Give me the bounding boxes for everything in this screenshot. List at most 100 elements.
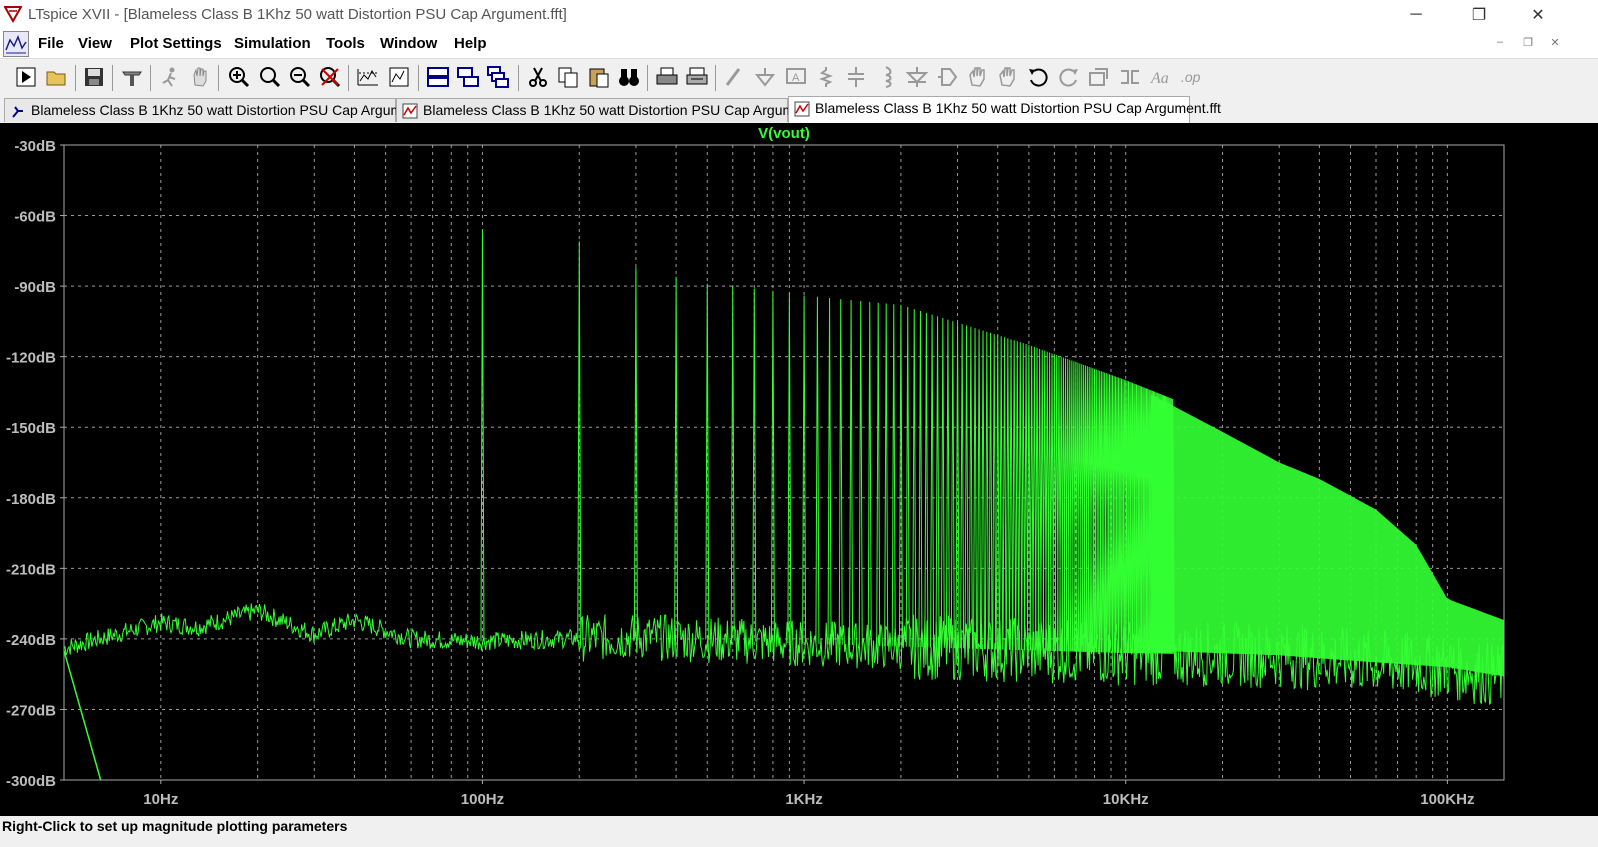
y-tick-label: -180dB xyxy=(6,491,56,508)
restore-button[interactable]: ❐ xyxy=(1456,0,1502,30)
diode-icon[interactable] xyxy=(905,65,929,89)
zoom-out-icon[interactable] xyxy=(288,65,312,89)
y-tick-label: -210dB xyxy=(6,561,56,578)
zoom-full-icon[interactable] xyxy=(318,65,342,89)
tab-label: Blameless Class B 1Khz 50 watt Distortio… xyxy=(31,102,422,118)
cascade-windows-icon[interactable] xyxy=(486,65,510,89)
fft-chart[interactable]: -30dB -60dB -90dB -120dB -150dB -180dB -210dB -… xyxy=(0,123,1598,816)
draw-wire-icon[interactable] xyxy=(723,65,747,89)
harmonic-spike xyxy=(884,303,889,647)
harmonic-spike xyxy=(1015,341,1020,650)
x-tick-label: 10Hz xyxy=(143,791,178,808)
harmonic-spike xyxy=(1009,339,1014,650)
component-icon[interactable] xyxy=(936,65,960,89)
harmonic-spike xyxy=(977,329,982,649)
mdi-close-button[interactable]: ✕ xyxy=(1546,36,1564,52)
toolbar-separator xyxy=(112,65,113,91)
tile-horizontal-icon[interactable] xyxy=(426,65,450,89)
autorange-icon[interactable] xyxy=(356,65,380,89)
move-hand-icon[interactable] xyxy=(966,65,990,89)
paste-icon[interactable] xyxy=(587,65,611,89)
harmonic-spike xyxy=(827,297,832,645)
new-schematic-icon[interactable] xyxy=(14,65,38,89)
tile-vertical-icon[interactable] xyxy=(456,65,480,89)
ground-icon[interactable] xyxy=(753,65,777,89)
halt-hand-icon[interactable] xyxy=(188,65,212,89)
y-tick-label: -30dB xyxy=(14,138,56,155)
tab-waveform[interactable]: Blameless Class B 1Khz 50 watt Distortio… xyxy=(396,98,814,122)
close-button[interactable]: ✕ xyxy=(1515,0,1561,30)
x-tick-label: 10KHz xyxy=(1103,791,1149,808)
minimize-button[interactable]: ─ xyxy=(1393,0,1439,30)
y-tick-label: -90dB xyxy=(14,279,56,296)
cut-icon[interactable] xyxy=(526,65,550,89)
harmonic-spike xyxy=(973,328,978,649)
harmonic-spike xyxy=(918,311,923,648)
plot-pane-icon[interactable] xyxy=(387,65,411,89)
harmonic-spike xyxy=(940,318,945,648)
x-tick-label: 100KHz xyxy=(1420,791,1474,808)
zoom-pan-icon[interactable] xyxy=(258,65,282,89)
toolbar-separator xyxy=(647,65,648,91)
tab-schematic[interactable]: Blameless Class B 1Khz 50 watt Distortio… xyxy=(4,98,422,122)
harmonic-spike xyxy=(876,302,881,646)
harmonic-spike xyxy=(770,290,775,643)
zoom-in-icon[interactable] xyxy=(227,65,251,89)
harmonic-spike xyxy=(999,336,1004,650)
harmonic-spike xyxy=(960,324,965,649)
control-panel-icon[interactable] xyxy=(120,65,144,89)
x-tick-label: 1KHz xyxy=(785,791,823,808)
document-waveform-icon[interactable] xyxy=(3,31,29,57)
inductor-icon[interactable] xyxy=(874,65,898,89)
save-icon[interactable] xyxy=(82,65,106,89)
print-preview-icon[interactable] xyxy=(685,65,709,89)
menu-file[interactable]: File xyxy=(38,35,64,52)
menu-tools[interactable]: Tools xyxy=(326,35,365,52)
harmonic-spike xyxy=(891,304,896,647)
menu-simulation[interactable]: Simulation xyxy=(234,35,311,52)
harmonic-spike xyxy=(674,276,679,639)
harmonic-spike xyxy=(968,326,973,649)
harmonic-spike xyxy=(955,322,960,649)
harmonic-spike xyxy=(849,300,854,646)
tab-fft-active[interactable]: Blameless Class B 1Khz 50 watt Distortio… xyxy=(788,96,1221,123)
find-binoculars-icon[interactable] xyxy=(617,65,641,89)
harmonic-spike xyxy=(924,312,929,648)
title-bar: LTspice XVII - [Blameless Class B 1Khz 5… xyxy=(0,0,1598,30)
document-tab-bar: Blameless Class B 1Khz 50 watt Distortio… xyxy=(0,96,1598,124)
redo-icon[interactable] xyxy=(1057,65,1081,89)
y-tick-label: -60dB xyxy=(14,209,56,226)
run-icon[interactable] xyxy=(158,65,182,89)
toolbar-separator xyxy=(518,65,519,91)
harmonic-spike xyxy=(981,330,986,650)
drag-hand-icon[interactable] xyxy=(996,65,1020,89)
y-tick-label: -150dB xyxy=(6,420,56,437)
label-net-icon[interactable]: A xyxy=(784,65,808,89)
mirror-icon[interactable] xyxy=(1118,65,1142,89)
harmonic-spike xyxy=(838,299,843,645)
print-icon[interactable] xyxy=(655,65,679,89)
harmonic-spike xyxy=(984,331,989,650)
menu-help[interactable]: Help xyxy=(454,35,487,52)
toolbar: A Aa .op xyxy=(0,58,1598,98)
menu-plot-settings[interactable]: Plot Settings xyxy=(130,35,222,52)
open-folder-icon[interactable] xyxy=(45,65,69,89)
rotate-icon[interactable] xyxy=(1087,65,1111,89)
plot-frame xyxy=(63,144,1505,781)
waveform-plot-pane[interactable]: -30dB -60dB -90dB -120dB -150dB -180dB -210dB -… xyxy=(0,123,1598,816)
mdi-minimize-button[interactable]: – xyxy=(1491,36,1509,52)
copy-icon[interactable] xyxy=(556,65,580,89)
spice-directive-icon[interactable]: .op xyxy=(1180,65,1204,89)
window-title: LTspice XVII - [Blameless Class B 1Khz 5… xyxy=(28,6,567,23)
undo-icon[interactable] xyxy=(1026,65,1050,89)
text-icon[interactable]: Aa xyxy=(1149,65,1173,89)
menu-window[interactable]: Window xyxy=(380,35,437,52)
resistor-icon[interactable] xyxy=(814,65,838,89)
capacitor-icon[interactable] xyxy=(844,65,868,89)
menu-view[interactable]: View xyxy=(78,35,112,52)
harmonic-spike xyxy=(867,301,872,646)
harmonic-spike xyxy=(950,321,955,649)
mdi-restore-button[interactable]: ❐ xyxy=(1519,36,1537,52)
spectrum-dense-fill xyxy=(1151,394,1504,677)
harmonic-spike xyxy=(1012,340,1017,650)
